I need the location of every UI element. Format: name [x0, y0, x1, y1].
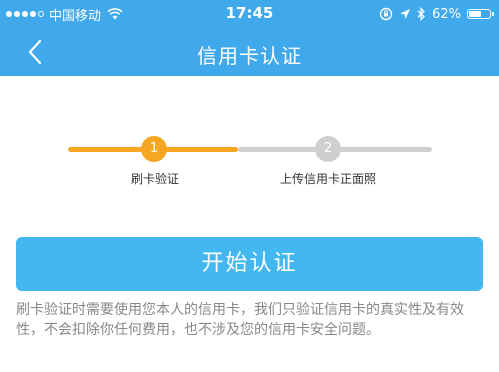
verification-notice: 刷卡验证时需要使用您本人的信用卡，我们只验证信用卡的真实性及有效性，不会扣除你任… — [16, 302, 464, 338]
nav-bar: 信用卡认证 — [0, 28, 499, 76]
bluetooth-icon — [417, 7, 426, 21]
location-arrow-icon — [400, 9, 411, 19]
battery-percent: 62% — [432, 6, 461, 22]
step-2-indicator: 2 — [315, 136, 341, 162]
rotation-lock-icon — [379, 7, 393, 21]
step-1-label: 刷卡验证 — [131, 172, 180, 186]
start-verification-button[interactable]: 开始认证 — [16, 237, 483, 291]
step-2-label: 上传信用卡正面照 — [280, 172, 377, 186]
step-progress: 1 2 — [68, 136, 432, 162]
page-title: 信用卡认证 — [197, 44, 302, 68]
status-bar: 中国移动 17:45 62% — [0, 0, 499, 28]
step-1-indicator: 1 — [141, 136, 167, 162]
battery-level — [469, 11, 481, 17]
status-right: 62% — [379, 5, 494, 23]
battery-icon — [467, 9, 494, 19]
